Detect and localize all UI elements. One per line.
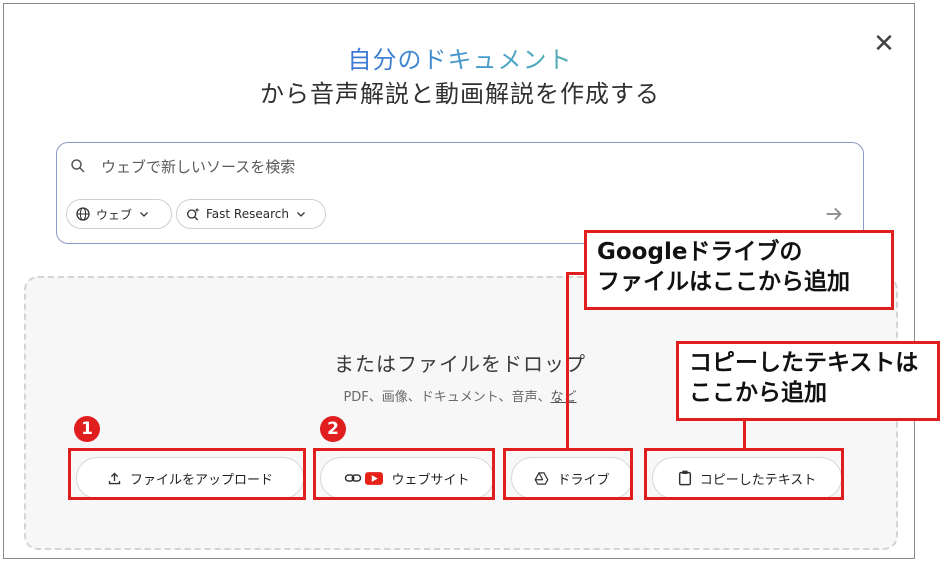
- copied-text-callout: コピーしたテキストは ここから追加: [676, 341, 940, 421]
- supported-formats: PDF、画像、ドキュメント、音声、: [343, 390, 551, 405]
- research-mode-label: Fast Research: [206, 207, 289, 221]
- globe-icon: [76, 207, 90, 221]
- step-badge-2: 2: [320, 416, 346, 442]
- search-input[interactable]: [101, 155, 801, 179]
- web-search-box: ウェブ Fast Research: [56, 142, 864, 244]
- dialog-title-line1: 自分のドキュメント: [4, 40, 916, 75]
- drive-highlight: [503, 448, 633, 500]
- drive-callout: Googleドライブの ファイルはここから追加: [584, 230, 894, 310]
- text-callout-line1: コピーしたテキストは: [689, 350, 919, 376]
- drive-callout-connector: [566, 272, 569, 450]
- research-mode-dropdown[interactable]: Fast Research: [176, 199, 326, 229]
- website-highlight: [313, 448, 495, 500]
- text-callout-line2: ここから追加: [689, 380, 827, 406]
- drive-callout-line1: Googleドライブの: [597, 239, 803, 265]
- chevron-down-icon: [297, 212, 305, 217]
- research-icon: [187, 207, 200, 221]
- step-badge-1: 1: [74, 416, 100, 442]
- dialog-title-line2: から音声解説と動画解説を作成する: [260, 80, 660, 108]
- drive-callout-connector-h: [566, 272, 586, 275]
- close-icon[interactable]: ✕: [870, 30, 898, 58]
- source-web-dropdown[interactable]: ウェブ: [66, 199, 172, 229]
- chevron-down-icon: [140, 212, 148, 217]
- more-formats-link[interactable]: など: [551, 390, 577, 405]
- upload-highlight: [68, 448, 306, 500]
- arrow-right-icon[interactable]: [823, 203, 845, 225]
- search-icon: [71, 159, 85, 173]
- copied-text-highlight: [644, 448, 844, 500]
- drive-callout-line2: ファイルはここから追加: [597, 269, 850, 295]
- source-web-label: ウェブ: [96, 207, 133, 222]
- text-callout-connector: [743, 420, 746, 450]
